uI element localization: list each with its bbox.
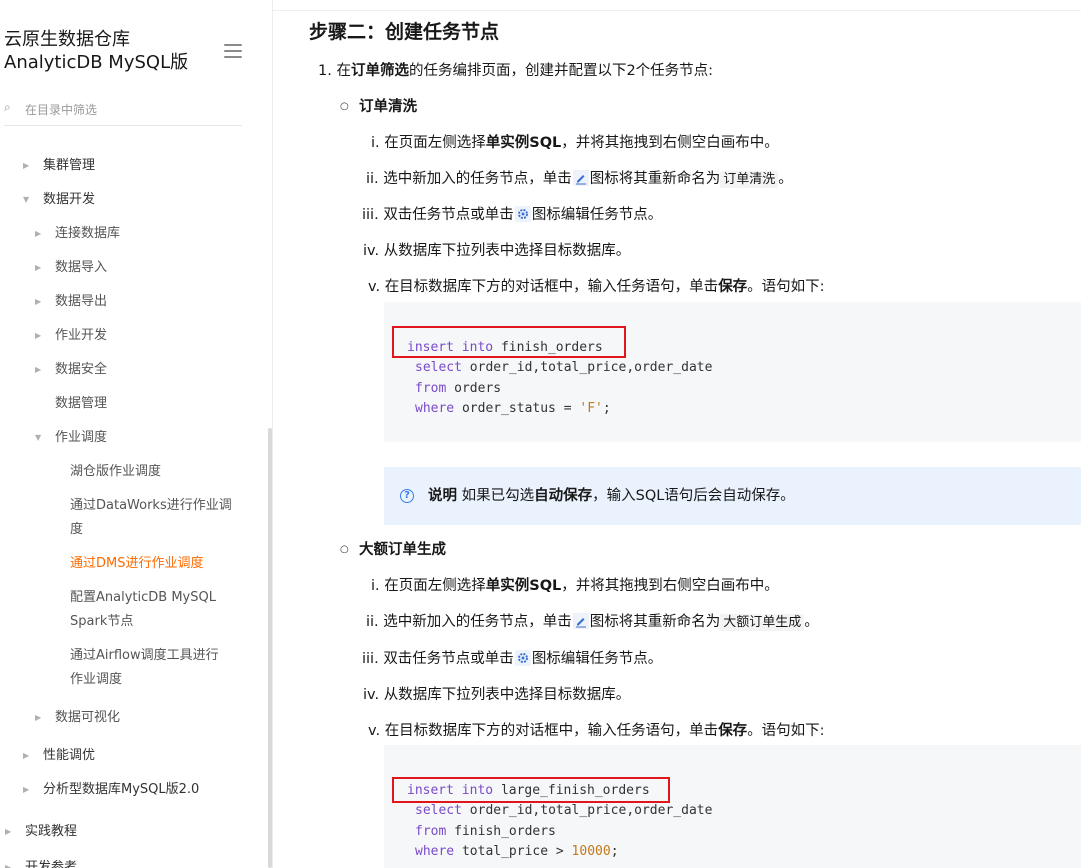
doc-title-line2: AnalyticDB MySQL版 [4, 52, 189, 73]
bullet-icon: ○ [340, 101, 349, 112]
caret-right-icon: ▶ [35, 297, 42, 306]
doc-title-line1: 云原生数据仓库 [4, 29, 130, 50]
filter-placeholder: 在目录中筛选 [25, 103, 98, 117]
note-box: ? 说明 如果已勾选自动保存，输入SQL语句后会自动保存。 [384, 467, 1081, 525]
sidebar-item-dev-ref[interactable]: ▶ 开发参考 [5, 856, 77, 868]
caret-right-icon: ▶ [5, 827, 12, 836]
settings-icon [514, 206, 531, 222]
caret-right-icon: ▶ [23, 161, 30, 170]
sidebar-item-job-dev[interactable]: ▶ 作业开发 [35, 324, 107, 348]
caret-right-icon: ▶ [35, 365, 42, 374]
code-line: where total_price > 10000; [415, 844, 619, 859]
sidebar-item-perf-tuning[interactable]: ▶ 性能调优 [23, 744, 95, 768]
node1-step-iii: iii. 双击任务节点或单击 图标编辑任务节点。 [362, 206, 663, 223]
node1-step-iv: iv. 从数据库下拉列表中选择目标数据库。 [363, 243, 631, 259]
code-block-2[interactable]: insert into large_finish_orders select o… [384, 745, 1081, 868]
sidebar-item-airflow-scheduling[interactable]: 通过Airflow调度工具进行 作业调度 [70, 644, 219, 692]
code-line: where order_status = 'F'; [415, 401, 611, 416]
main-content: 步骤二：创建任务节点 1. 在订单筛选的任务编排页面，创建并配置以下2个任务节点… [273, 0, 1081, 868]
caret-right-icon: ▶ [23, 785, 30, 794]
sidebar-item-data-security[interactable]: ▶ 数据安全 [35, 358, 107, 382]
step-1: 1. 在订单筛选的任务编排页面，创建并配置以下2个任务节点: [318, 63, 714, 79]
sidebar-item-cluster[interactable]: ▶ 集群管理 [23, 154, 95, 178]
node2-step-ii: ii. 选中新加入的任务节点，单击 图标将其重新命名为 大额订单生成。 [366, 613, 819, 631]
sidebar-item-data-mgmt[interactable]: 数据管理 [55, 392, 107, 416]
search-icon: ⌕ [4, 100, 11, 114]
edit-icon [572, 170, 589, 186]
node1-step-v: v. 在目标数据库下方的对话框中，输入任务语句，单击保存。语句如下: [368, 279, 825, 295]
sidebar-item-job-scheduling[interactable]: ▼ 作业调度 [35, 426, 107, 450]
bullet-icon: ○ [340, 544, 349, 555]
sidebar-item-spark-node[interactable]: 配置AnalyticDB MySQL Spark节点 [70, 586, 216, 634]
sidebar-item-tutorials[interactable]: ▶ 实践教程 [5, 820, 77, 844]
section-heading: 步骤二：创建任务节点 [309, 21, 500, 43]
node2-title: 大额订单生成 [359, 542, 446, 558]
caret-right-icon: ▶ [35, 331, 42, 340]
top-divider [273, 10, 1081, 11]
sidebar-item-dataworks-scheduling[interactable]: 通过DataWorks进行作业调度 [70, 494, 232, 542]
highlight-box [392, 777, 670, 803]
sidebar-item-lakehouse-scheduling[interactable]: 湖仓版作业调度 [70, 460, 161, 484]
sidebar-item-data-export[interactable]: ▶ 数据导出 [35, 290, 107, 314]
caret-right-icon: ▶ [5, 863, 12, 868]
sidebar: 云原生数据仓库 AnalyticDB MySQL版 ⌕ 在目录中筛选 ▶ 集群管理… [0, 0, 272, 868]
code-line: from orders [415, 381, 502, 396]
code-line: select order_id,total_price,order_date [415, 803, 713, 818]
menu-icon[interactable] [224, 44, 242, 58]
sidebar-item-data-viz[interactable]: ▶ 数据可视化 [35, 706, 120, 730]
caret-down-icon: ▼ [23, 195, 30, 204]
settings-icon [514, 650, 531, 666]
caret-right-icon: ▶ [23, 751, 30, 760]
help-icon: ? [400, 489, 414, 503]
sidebar-item-adb-2[interactable]: ▶ 分析型数据库MySQL版2.0 [23, 778, 199, 802]
node1-step-i: i. 在页面左侧选择单实例SQL，并将其拖拽到右侧空白画布中。 [371, 135, 779, 151]
node1-step-ii: ii. 选中新加入的任务节点，单击 图标将其重新命名为 订单清洗。 [366, 170, 793, 188]
edit-icon [572, 613, 589, 629]
caret-right-icon: ▶ [35, 263, 42, 272]
caret-right-icon: ▶ [35, 229, 42, 238]
sidebar-item-connect-db[interactable]: ▶ 连接数据库 [35, 222, 120, 246]
code-block-1[interactable]: insert into finish_orders select order_i… [384, 302, 1081, 442]
node2-step-iii: iii. 双击任务节点或单击 图标编辑任务节点。 [362, 650, 663, 667]
filter-input[interactable]: ⌕ 在目录中筛选 [4, 99, 242, 126]
node2-step-iv: iv. 从数据库下拉列表中选择目标数据库。 [363, 687, 631, 703]
caret-down-icon: ▼ [35, 433, 42, 442]
node2-step-v: v. 在目标数据库下方的对话框中，输入任务语句，单击保存。语句如下: [368, 723, 825, 739]
note-text: 说明 如果已勾选自动保存，输入SQL语句后会自动保存。 [428, 488, 795, 504]
sidebar-item-data-import[interactable]: ▶ 数据导入 [35, 256, 107, 280]
code-line: select order_id,total_price,order_date [415, 360, 713, 375]
caret-right-icon: ▶ [35, 713, 42, 722]
doc-title[interactable]: 云原生数据仓库 AnalyticDB MySQL版 [4, 28, 188, 74]
node2-step-i: i. 在页面左侧选择单实例SQL，并将其拖拽到右侧空白画布中。 [371, 578, 779, 594]
code-line: from finish_orders [415, 824, 556, 839]
sidebar-item-data-dev[interactable]: ▼ 数据开发 [23, 188, 95, 212]
highlight-box [392, 326, 626, 358]
node1-title: 订单清洗 [359, 99, 417, 115]
sidebar-item-dms-scheduling[interactable]: 通过DMS进行作业调度 [70, 552, 203, 576]
